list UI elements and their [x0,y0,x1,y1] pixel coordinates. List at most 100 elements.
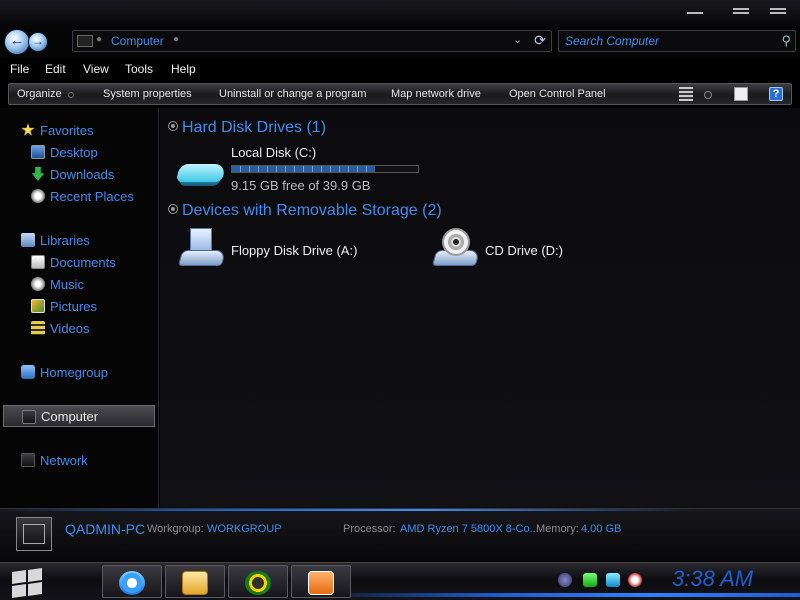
cd-drive-icon [431,228,481,272]
menu-file[interactable]: File [10,62,29,76]
nav-favorites[interactable]: Favorites [21,123,93,138]
computer-icon [22,410,36,424]
details-highlight [0,509,700,511]
command-bar-strip: Organize System properties Uninstall or … [8,83,792,105]
collapse-icon[interactable] [168,121,178,131]
menu-edit[interactable]: Edit [45,62,66,76]
breadcrumb-computer[interactable]: Computer [111,34,164,48]
navigation-pane: Favorites Desktop Downloads Recent Place… [0,108,159,508]
address-bar[interactable]: ● Computer ● ⌄ ⟳ [72,30,552,52]
drive-name: Floppy Disk Drive (A:) [231,243,358,258]
computer-icon [77,35,93,47]
music-icon [31,277,45,291]
recent-places-icon [31,189,45,203]
hard-disk-icon [175,160,227,190]
map-network-drive-button[interactable]: Map network drive [391,88,481,100]
change-view-icon[interactable] [679,87,693,101]
navigation-row: ← → ● Computer ● ⌄ ⟳ ⚲ [0,26,800,58]
open-control-panel-button[interactable]: Open Control Panel [509,88,606,100]
forward-button[interactable]: → [28,32,48,52]
maximize-button[interactable] [729,6,753,16]
search-box[interactable]: ⚲ [558,30,796,52]
workgroup-label: Workgroup: [147,523,204,535]
system-properties-button[interactable]: System properties [103,88,192,100]
view-dropdown-icon[interactable] [704,91,712,99]
group-header-removable-storage[interactable]: Devices with Removable Storage (2) [168,202,442,220]
nav-network[interactable]: Network [21,453,88,468]
homegroup-icon [21,365,35,379]
nav-computer[interactable]: Computer [3,405,155,427]
nav-label: Documents [50,255,116,270]
menu-help[interactable]: Help [171,62,196,76]
taskbar: 3:38 AM [0,562,800,600]
menu-tools[interactable]: Tools [125,62,153,76]
taskbar-glow [300,593,800,597]
refresh-icon[interactable]: ⟳ [531,32,549,50]
menu-view[interactable]: View [83,62,109,76]
back-button[interactable]: ← [4,29,30,55]
nav-label: Music [50,277,84,292]
search-icon[interactable]: ⚲ [781,33,791,49]
organize-dropdown-icon[interactable] [68,92,74,98]
group-title: Hard Disk Drives (1) [182,119,327,136]
clock[interactable]: 3:38 AM [672,566,753,592]
chevron-down-icon[interactable]: ⌄ [513,33,522,46]
drive-name: Local Disk (C:) [231,145,317,160]
collapse-icon[interactable] [168,204,178,214]
taskbar-media-player[interactable] [291,565,351,598]
star-icon [21,123,35,136]
help-icon[interactable]: ? [769,87,783,101]
nav-downloads[interactable]: Downloads [31,167,114,182]
breadcrumb-separator-icon[interactable]: ● [96,34,102,45]
nav-label: Computer [41,409,99,424]
close-button[interactable] [766,6,790,16]
videos-icon [31,321,45,335]
details-pane: QADMIN-PC Workgroup: WORKGROUP Processor… [0,508,800,562]
group-title: Devices with Removable Storage (2) [182,202,442,219]
nav-label: Network [40,453,88,468]
computer-name: QADMIN-PC [65,521,146,537]
menu-bar: File Edit View Tools Help [0,58,800,80]
nav-pictures[interactable]: Pictures [31,299,97,314]
processor-label: Processor: [343,523,396,535]
nav-videos[interactable]: Videos [31,321,90,336]
nav-desktop[interactable]: Desktop [31,145,98,160]
nav-label: Desktop [50,145,98,160]
nav-label: Downloads [50,167,115,182]
tray-display-icon[interactable] [606,573,620,587]
nav-label: Homegroup [40,365,108,380]
folder-icon [182,571,208,595]
command-bar: Organize System properties Uninstall or … [0,80,800,108]
documents-icon [31,255,45,269]
uninstall-program-button[interactable]: Uninstall or change a program [219,88,366,100]
computer-icon [16,517,52,551]
organize-button[interactable]: Organize [17,88,62,100]
windows-logo-icon [12,584,26,598]
tray-volume-icon[interactable] [628,573,642,587]
nav-homegroup[interactable]: Homegroup [21,365,108,380]
nav-documents[interactable]: Documents [31,255,116,270]
pictures-icon [31,299,45,313]
media-player-icon [308,571,334,595]
breadcrumb-separator-icon[interactable]: ● [173,34,179,45]
tray-network-icon[interactable] [558,573,572,587]
floppy-drive-icon [177,228,227,272]
taskbar-windows-explorer[interactable] [165,565,225,598]
taskbar-internet-explorer[interactable] [102,565,162,598]
libraries-icon [21,233,35,247]
nav-recent-places[interactable]: Recent Places [31,189,134,204]
memory-value: 4.00 GB [581,523,622,535]
windows-logo-icon [12,570,26,584]
start-button[interactable] [8,567,44,598]
minimize-button[interactable] [683,6,707,16]
processor-value: AMD Ryzen 7 5800X 8-Co... [400,523,539,535]
search-input[interactable] [565,33,765,49]
capacity-bar [231,165,419,173]
media-center-icon [245,571,271,595]
tray-flag-icon[interactable] [583,573,597,587]
group-header-hard-disk-drives[interactable]: Hard Disk Drives (1) [168,119,326,137]
nav-music[interactable]: Music [31,277,84,292]
preview-pane-icon[interactable] [734,87,748,101]
nav-libraries[interactable]: Libraries [21,233,90,248]
taskbar-windows-media-center[interactable] [228,565,288,598]
